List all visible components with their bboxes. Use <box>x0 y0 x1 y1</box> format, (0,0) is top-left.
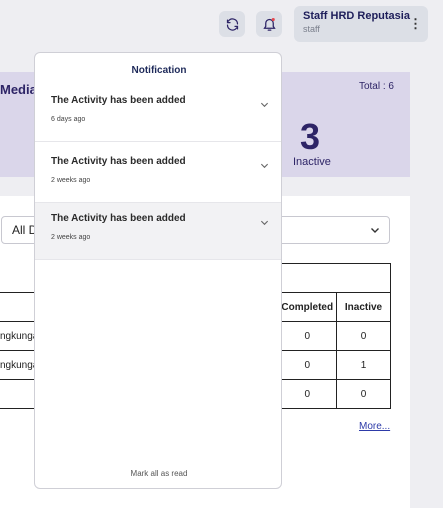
chevron-down-icon[interactable] <box>260 161 269 170</box>
more-link[interactable]: More... <box>359 421 390 432</box>
row-inactive: 1 <box>336 350 391 380</box>
inactive-count: 3 <box>300 116 321 157</box>
notification-time: 2 weeks ago <box>51 177 91 184</box>
mark-all-read-button[interactable]: Mark all as read <box>35 469 281 478</box>
row-completed: 0 <box>277 321 337 351</box>
total-count: Total : 6 <box>358 81 394 92</box>
notification-dropdown: Notification The Activity has been added… <box>34 52 282 489</box>
chevron-down-icon[interactable] <box>260 218 269 227</box>
notification-button[interactable] <box>256 11 282 37</box>
bell-icon <box>262 17 276 31</box>
chevron-down-icon[interactable] <box>260 100 269 109</box>
refresh-icon <box>226 17 238 31</box>
notification-item[interactable]: The Activity has been added 6 days ago <box>35 85 281 142</box>
notification-time: 2 weeks ago <box>51 234 91 241</box>
panel-title: Media <box>0 82 37 97</box>
row-completed: 0 <box>277 350 337 380</box>
row-inactive: 0 <box>336 321 391 351</box>
chevron-down-icon <box>371 228 379 233</box>
notification-item[interactable]: The Activity has been added 2 weeks ago <box>35 146 281 203</box>
notification-item[interactable]: The Activity has been added 2 weeks ago <box>35 203 281 260</box>
notification-text: The Activity has been added <box>51 213 186 224</box>
column-header-completed: Completed <box>277 292 337 322</box>
row-completed: 0 <box>277 379 337 409</box>
row-inactive: 0 <box>336 379 391 409</box>
notification-text: The Activity has been added <box>51 156 186 167</box>
refresh-button[interactable] <box>219 11 245 37</box>
notification-title: Notification <box>131 65 187 76</box>
more-options-icon[interactable]: ⋮ <box>409 17 422 30</box>
user-menu[interactable]: Staff HRD Reputasia staff ⋮ <box>294 6 428 42</box>
top-bar: Staff HRD Reputasia staff ⋮ <box>0 0 443 48</box>
inactive-label: Inactive <box>293 156 331 168</box>
notification-text: The Activity has been added <box>51 95 186 106</box>
column-header-inactive: Inactive <box>336 292 391 322</box>
notification-time: 6 days ago <box>51 116 86 123</box>
